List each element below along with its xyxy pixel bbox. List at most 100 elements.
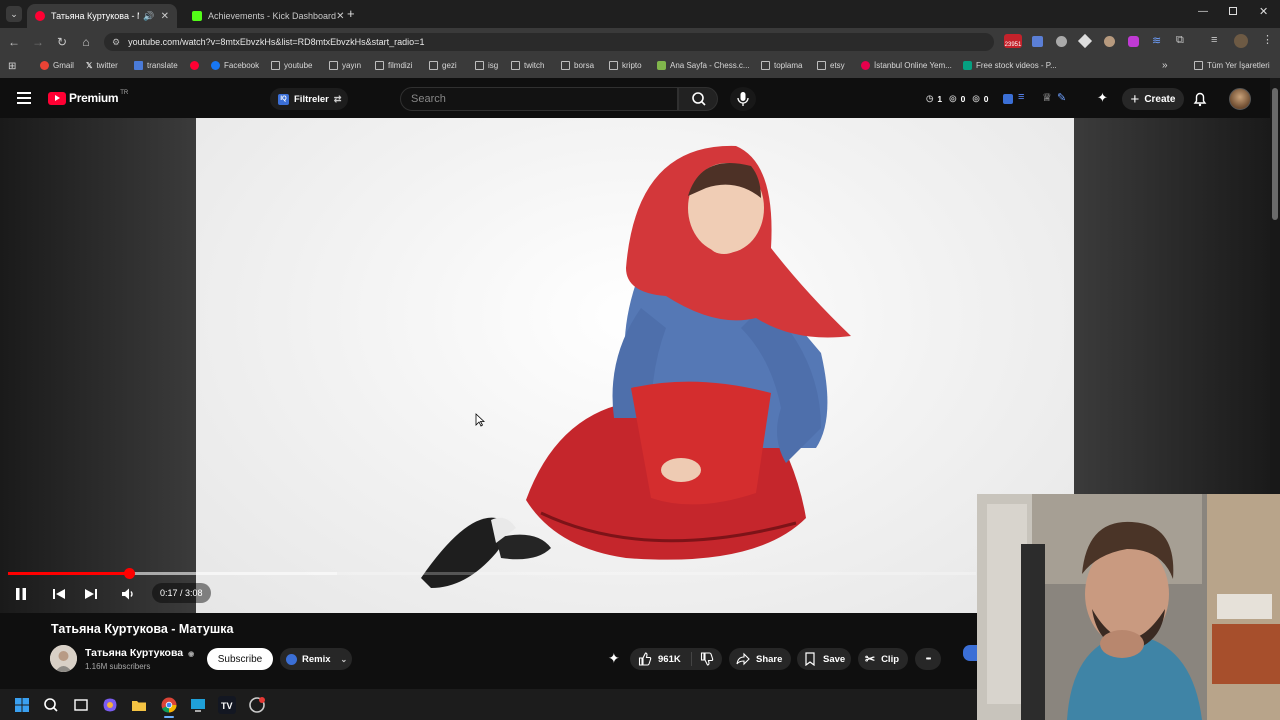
- remote-desktop-icon[interactable]: [189, 696, 207, 714]
- bookmark-folder-borsa[interactable]: borsa: [561, 61, 594, 70]
- bookmark-twitter[interactable]: 𝕏twitter: [86, 61, 118, 70]
- search-input[interactable]: Search: [400, 87, 678, 111]
- obs-icon[interactable]: [248, 696, 266, 714]
- extensions-puzzle-icon[interactable]: ⧉: [1176, 34, 1184, 47]
- extension-icon[interactable]: [1056, 36, 1067, 47]
- browser-menu-icon[interactable]: ⋮: [1262, 33, 1273, 46]
- bookmark-label: kripto: [622, 61, 642, 70]
- search-button[interactable]: [678, 87, 718, 111]
- playlist-icon[interactable]: ≡: [1018, 91, 1024, 103]
- file-explorer-icon[interactable]: [130, 696, 148, 714]
- bookmark-translate[interactable]: translate: [134, 61, 178, 70]
- video-frame[interactable]: [196, 118, 1074, 613]
- youtube-icon: [190, 61, 199, 70]
- bookmark-folder-filmdizi[interactable]: filmdizi: [375, 61, 412, 70]
- tab-youtube[interactable]: Татьяна Куртукова - Матуш 🔊 ✕: [27, 4, 177, 28]
- extension-icon[interactable]: [1128, 36, 1139, 47]
- home-icon[interactable]: ⌂: [78, 34, 94, 50]
- iq-extension-icon[interactable]: [1003, 94, 1013, 104]
- extension-icon[interactable]: ≋: [1152, 34, 1161, 47]
- bookmark-folder-kripto[interactable]: kripto: [609, 61, 642, 70]
- reading-list-icon[interactable]: ≡: [1211, 34, 1217, 46]
- bookmark-folder-youtube[interactable]: youtube: [271, 61, 312, 70]
- notifications-bell-icon[interactable]: [1192, 91, 1208, 107]
- channel-name[interactable]: Татьяна Куртукова ◉: [85, 647, 194, 659]
- bookmark-folder-gezi[interactable]: gezi: [429, 61, 457, 70]
- logo-region: TR: [120, 90, 129, 96]
- forward-arrow-icon[interactable]: →: [30, 34, 46, 50]
- apps-grid-icon[interactable]: ⊞: [8, 61, 16, 72]
- tab-search-button[interactable]: ⌄: [6, 6, 22, 22]
- browser-tab-strip: ⌄ Татьяна Куртукова - Матуш 🔊 ✕ Achievem…: [0, 0, 1280, 28]
- new-tab-button[interactable]: +: [347, 6, 355, 21]
- progress-scrubber-handle[interactable]: [124, 568, 135, 579]
- extension-icon[interactable]: [1104, 36, 1115, 47]
- chevron-down-icon: ⌄: [340, 654, 348, 664]
- pin-icon[interactable]: ✎: [1057, 91, 1066, 104]
- subscribe-button[interactable]: Subscribe: [207, 648, 273, 670]
- volume-button[interactable]: [120, 585, 138, 603]
- dislike-button[interactable]: [692, 652, 714, 666]
- restore-window-icon[interactable]: [1229, 7, 1237, 15]
- youtube-premium-logo[interactable]: Premium TR: [48, 90, 129, 105]
- site-info-icon[interactable]: ⚙: [112, 37, 120, 48]
- profile-avatar[interactable]: [1234, 34, 1248, 48]
- hamburger-menu-icon[interactable]: [17, 92, 31, 104]
- back-arrow-icon[interactable]: ←: [6, 34, 22, 50]
- extension-spark-icon[interactable]: ✦: [1097, 90, 1108, 106]
- spark-extension-icon[interactable]: ✦: [608, 650, 620, 667]
- volume-icon: [122, 588, 133, 600]
- skip-next-icon: [85, 589, 97, 599]
- minimize-window-icon[interactable]: —: [1198, 6, 1208, 17]
- all-bookmarks-folder[interactable]: Tüm Yer İşaretleri: [1194, 61, 1270, 70]
- remix-button[interactable]: Remix ⌄: [280, 648, 352, 670]
- bookmark-chess[interactable]: Ana Sayfa - Chess.c...: [657, 61, 750, 70]
- voice-search-button[interactable]: [730, 87, 756, 111]
- translate-extension-icon[interactable]: [1032, 36, 1043, 47]
- tab-close-icon[interactable]: ✕: [336, 11, 344, 22]
- save-button[interactable]: Save: [797, 648, 851, 670]
- chrome-icon[interactable]: [160, 696, 178, 714]
- subscriber-count: 1.16M subscribers: [85, 662, 151, 671]
- tradingview-icon[interactable]: TV: [218, 696, 236, 714]
- create-button[interactable]: + Create: [1122, 88, 1184, 110]
- tab-close-icon[interactable]: ✕: [161, 11, 169, 22]
- bookmark-folder-isg[interactable]: isg: [475, 61, 498, 70]
- svg-text:TV: TV: [221, 701, 233, 711]
- bookmark-facebook[interactable]: Facebook: [211, 61, 259, 70]
- pause-button[interactable]: [12, 585, 30, 603]
- tab-kick[interactable]: Achievements - Kick Dashboard ✕: [184, 4, 344, 28]
- taskbar-search-icon[interactable]: [42, 696, 60, 714]
- copilot-icon[interactable]: [101, 696, 119, 714]
- bookmark-folder-yayin[interactable]: yayın: [329, 61, 361, 70]
- windows-start-icon[interactable]: [13, 696, 31, 714]
- scrollbar-thumb[interactable]: [1272, 88, 1278, 220]
- task-view-icon[interactable]: [72, 696, 90, 714]
- next-button[interactable]: [82, 585, 100, 603]
- extension-badge[interactable]: 23951: [1004, 34, 1022, 48]
- close-window-icon[interactable]: ✕: [1259, 5, 1268, 18]
- eye-icon: ◎: [949, 93, 957, 103]
- bookmark-yemeksepeti[interactable]: İstanbul Online Yem...: [861, 61, 952, 70]
- bookmark-gmail[interactable]: Gmail: [40, 61, 74, 70]
- bookmarks-overflow-button[interactable]: »: [1162, 60, 1168, 71]
- more-actions-button[interactable]: •••: [915, 648, 941, 670]
- account-avatar[interactable]: [1229, 88, 1251, 110]
- bookmark-folder-toplama[interactable]: toplama: [761, 61, 802, 70]
- previous-button[interactable]: [50, 585, 68, 603]
- bookmark-folder-twitch[interactable]: twitch: [511, 61, 544, 70]
- channel-avatar[interactable]: [50, 645, 77, 672]
- clip-button[interactable]: ✂ Clip: [858, 648, 908, 670]
- address-bar[interactable]: ⚙ youtube.com/watch?v=8mtxEbvzkHs&list=R…: [104, 33, 994, 51]
- iq-extension-floating-icon[interactable]: [963, 645, 977, 661]
- filters-button[interactable]: IQ Filtreler ⇄: [270, 88, 348, 110]
- like-button[interactable]: 961K: [630, 652, 692, 666]
- award-icon[interactable]: ♕: [1042, 91, 1052, 104]
- bookmark-pexels[interactable]: Free stock videos - P...: [963, 61, 1057, 70]
- bookmark-youtube-icon[interactable]: [190, 61, 203, 70]
- bookmark-folder-etsy[interactable]: etsy: [817, 61, 845, 70]
- share-button[interactable]: Share: [729, 648, 791, 670]
- reload-icon[interactable]: ↻: [54, 34, 70, 50]
- extension-icon[interactable]: [1077, 33, 1093, 49]
- bookmark-label: translate: [147, 61, 178, 70]
